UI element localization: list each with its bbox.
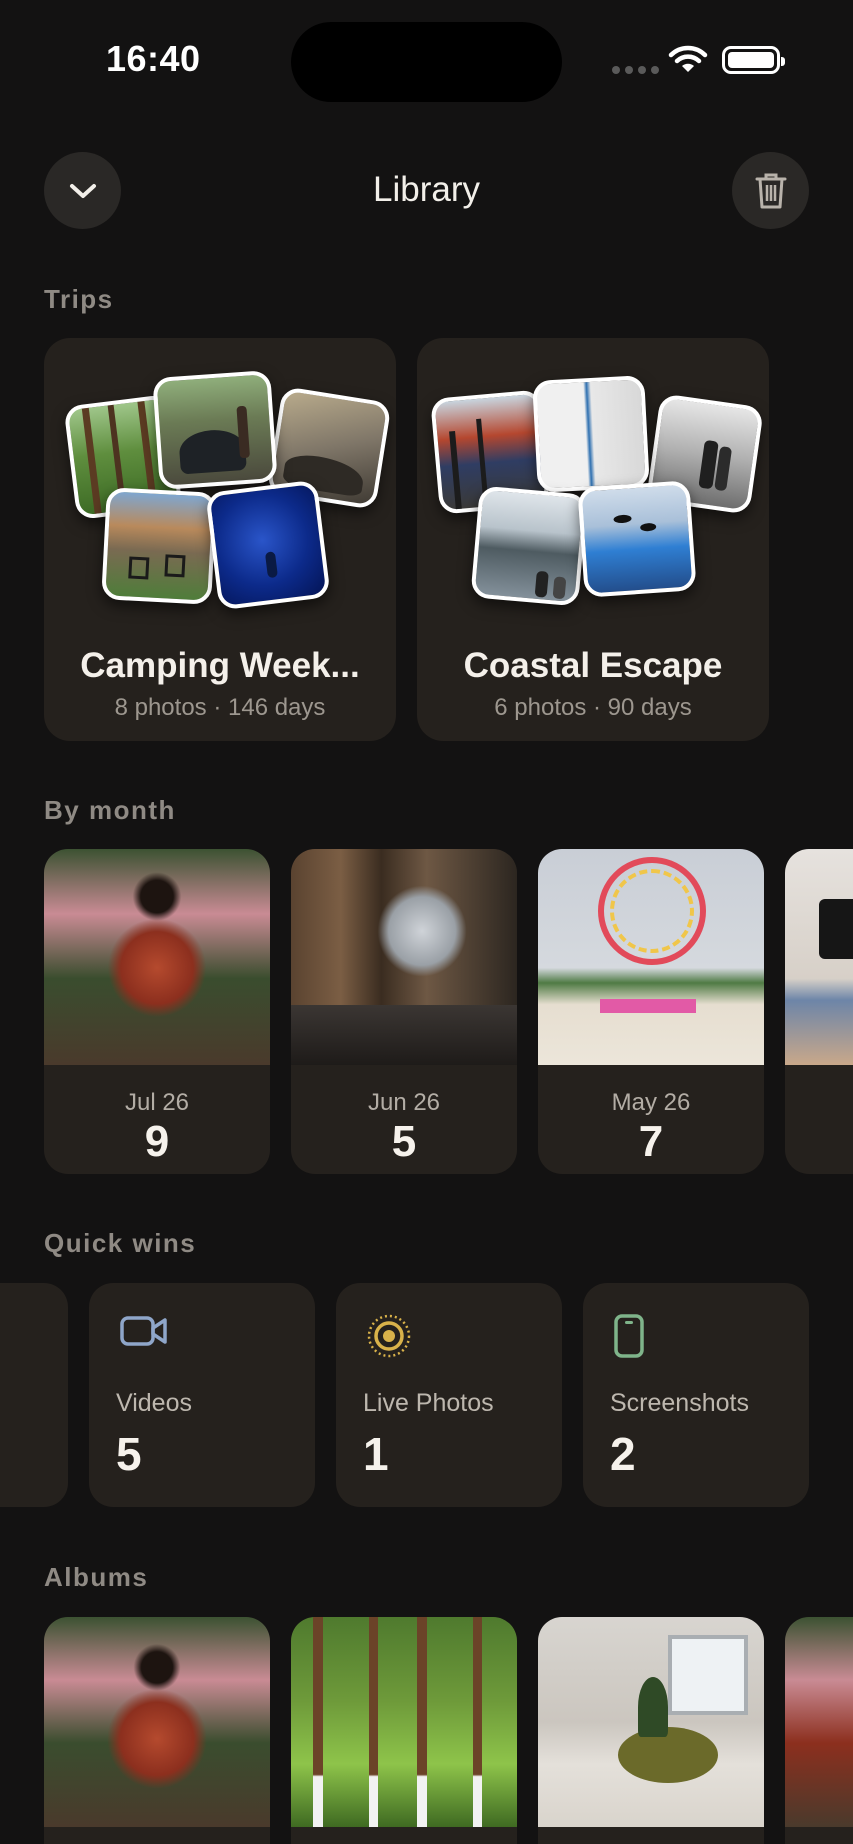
library-screen: 16:40 Library Trips Camping Week... 8 ph… xyxy=(0,0,853,1844)
page-title: Library xyxy=(373,170,480,209)
trash-icon xyxy=(755,173,786,208)
section-title-albums: Albums xyxy=(44,1562,149,1592)
trip-card[interactable]: Coastal Escape 6 photos · 90 days xyxy=(417,338,769,741)
month-card[interactable]: May 26 7 xyxy=(538,849,764,1174)
quick-win-count: 5 xyxy=(116,1428,142,1480)
month-label: Jul 26 xyxy=(124,1089,190,1116)
wifi-icon xyxy=(668,45,708,72)
trip-card[interactable]: Camping Week... 8 photos · 146 days xyxy=(44,338,396,741)
trip-photo-collage xyxy=(44,338,396,628)
trip-photo xyxy=(152,370,278,490)
quick-win-card[interactable] xyxy=(0,1283,68,1507)
section-title-quick-wins: Quick wins xyxy=(44,1228,197,1258)
delete-button[interactable] xyxy=(732,152,809,229)
album-card[interactable] xyxy=(785,1617,853,1844)
month-photo xyxy=(44,849,270,1065)
month-card[interactable]: Jun 26 5 xyxy=(291,849,517,1174)
trip-photo xyxy=(101,487,217,605)
month-photo xyxy=(785,849,853,1065)
month-count: 7 xyxy=(638,1117,664,1166)
trip-photo xyxy=(205,479,331,611)
quick-win-label: Screenshots xyxy=(610,1389,749,1417)
section-title-trips: Trips xyxy=(44,284,114,314)
album-photo xyxy=(785,1617,853,1827)
trip-subtitle: 6 photos · 90 days xyxy=(494,694,692,721)
trip-photo xyxy=(532,375,650,493)
trip-photo xyxy=(577,480,697,598)
battery-icon xyxy=(722,46,785,74)
quick-win-count: 2 xyxy=(610,1428,636,1480)
month-photo xyxy=(291,849,517,1065)
quick-win-videos[interactable]: Videos 5 xyxy=(89,1283,315,1507)
quick-win-screenshots[interactable]: Screenshots 2 xyxy=(583,1283,809,1507)
album-photo xyxy=(291,1617,517,1827)
status-time: 16:40 xyxy=(106,38,201,79)
album-card[interactable] xyxy=(291,1617,517,1844)
trip-subtitle: 8 photos · 146 days xyxy=(114,694,326,721)
cellular-signal-icon xyxy=(612,66,659,74)
month-label: Jun 26 xyxy=(367,1089,441,1116)
trip-title: Camping Week... xyxy=(80,646,360,685)
trip-photo-collage xyxy=(417,338,769,628)
month-card[interactable]: Jul 26 9 xyxy=(44,849,270,1174)
video-camera-icon xyxy=(120,1316,167,1346)
quick-win-live-photos[interactable]: Live Photos 1 xyxy=(336,1283,562,1507)
phone-icon xyxy=(614,1314,644,1358)
trip-photo xyxy=(470,485,588,607)
album-card[interactable] xyxy=(538,1617,764,1844)
trip-title: Coastal Escape xyxy=(463,646,723,685)
quick-win-label: Live Photos xyxy=(363,1389,494,1417)
live-photo-icon xyxy=(367,1314,411,1358)
month-count: 9 xyxy=(144,1117,170,1166)
dynamic-island xyxy=(291,22,562,102)
section-title-by-month: By month xyxy=(44,795,176,825)
quick-win-count: 1 xyxy=(363,1428,389,1480)
album-photo xyxy=(44,1617,270,1827)
month-label: May 26 xyxy=(611,1089,691,1116)
month-count: 5 xyxy=(391,1117,417,1166)
quick-win-label: Videos xyxy=(116,1389,192,1417)
month-photo xyxy=(538,849,764,1065)
month-card[interactable] xyxy=(785,849,853,1174)
album-photo xyxy=(538,1617,764,1827)
album-card[interactable] xyxy=(44,1617,270,1844)
